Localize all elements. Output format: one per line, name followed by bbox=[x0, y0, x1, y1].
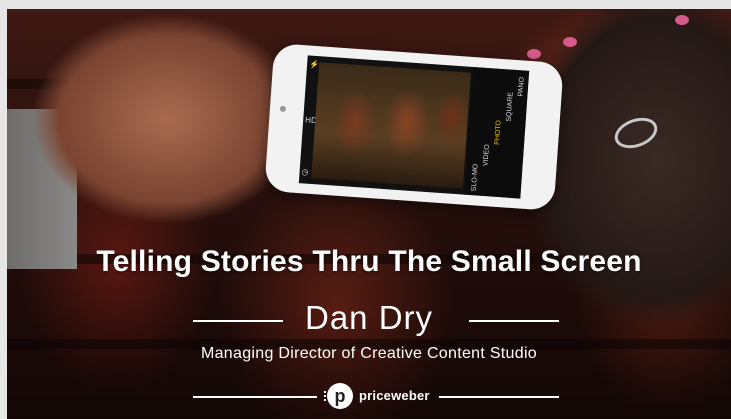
logo-mark: p bbox=[334, 386, 346, 406]
mode-item: VIDEO bbox=[482, 144, 491, 167]
fingernail bbox=[563, 37, 577, 47]
flash-icon: ⚡ bbox=[308, 59, 320, 70]
fingernail bbox=[527, 49, 541, 59]
mode-item-active: PHOTO bbox=[493, 119, 503, 146]
camera-mode-strip: SLO-MO VIDEO PHOTO SQUARE PANO bbox=[464, 66, 530, 199]
presenter-row: Dan Dry bbox=[7, 299, 731, 339]
divider-line bbox=[469, 320, 559, 322]
timer-icon: ◷ bbox=[301, 167, 309, 177]
slide-frame: ⚡ HDR ◷ SLO-MO VIDEO PHOTO SQUARE PANO T… bbox=[7, 9, 731, 419]
phone-image: ⚡ HDR ◷ SLO-MO VIDEO PHOTO SQUARE PANO bbox=[264, 43, 564, 211]
divider-line bbox=[193, 396, 317, 398]
phone-sensor bbox=[279, 105, 287, 113]
logo-row: p priceweber bbox=[7, 381, 731, 413]
presenter-role: Managing Director of Creative Content St… bbox=[200, 345, 538, 362]
camera-viewfinder bbox=[311, 62, 471, 189]
mode-item: SQUARE bbox=[505, 91, 515, 122]
divider-line bbox=[439, 396, 559, 398]
logo-text: priceweber bbox=[359, 388, 430, 403]
priceweber-logo-icon: p bbox=[327, 383, 353, 409]
phone-screen: ⚡ HDR ◷ SLO-MO VIDEO PHOTO SQUARE PANO bbox=[298, 55, 530, 199]
mode-item: PANO bbox=[517, 76, 526, 97]
mode-item: SLO-MO bbox=[470, 163, 480, 192]
fingernail bbox=[675, 15, 689, 25]
slide-title: Telling Stories Thru The Small Screen bbox=[96, 245, 642, 278]
presenter-name: Dan Dry bbox=[304, 299, 434, 336]
